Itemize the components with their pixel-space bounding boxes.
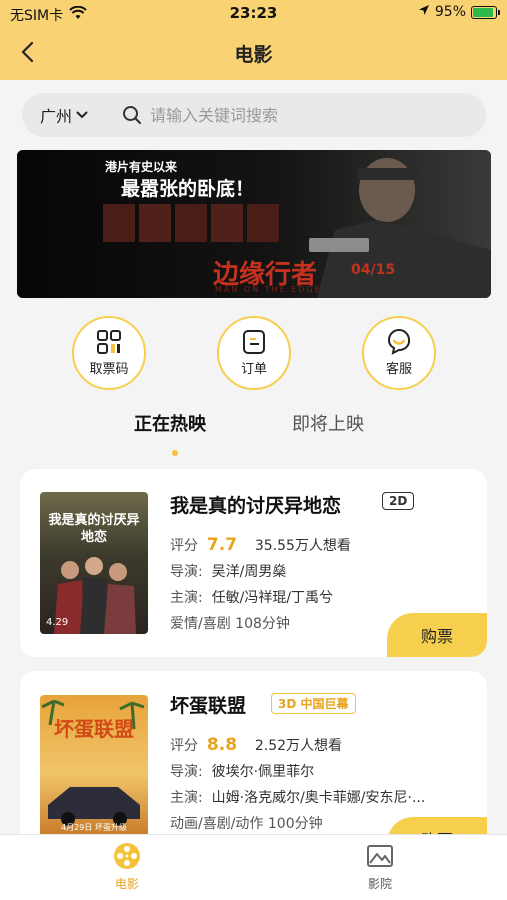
cinema-icon <box>367 845 393 867</box>
movie-card[interactable]: 我是真的讨厌异地恋 4.29 我是真的讨厌异地恋 2D 评分 7.7 35.55… <box>20 469 487 657</box>
director-label: 导演: <box>170 764 203 780</box>
want-count: 35.55万人想看 <box>254 538 351 554</box>
buy-ticket-label: 购票 <box>421 827 453 834</box>
order-icon <box>243 330 265 354</box>
promo-banner[interactable]: 港片有史以来 最嚣张的卧底！ 边缘行者 04/15 MAN ON THE EDG… <box>17 150 491 298</box>
tabbar-item-movies[interactable]: 电影 <box>87 841 167 892</box>
cast-label: 主演: <box>170 790 203 806</box>
location-arrow-icon <box>418 4 430 20</box>
poster-date-text: 4.29 <box>46 617 69 628</box>
score-label: 评分 <box>170 738 198 754</box>
cast-value: 山姆·洛克威尔/奥卡菲娜/安东尼·... <box>211 790 426 806</box>
score-label: 评分 <box>170 538 198 554</box>
banner-tagline: 港片有史以来 <box>105 160 178 174</box>
buy-ticket-button[interactable]: 购票 <box>387 613 487 657</box>
movie-tabs: 正在热映 即将上映 <box>0 410 507 450</box>
movie-title: 坏蛋联盟 <box>170 695 247 717</box>
format-badge: 2D <box>382 492 415 510</box>
tabbar-item-cinemas[interactable]: 影院 <box>340 841 420 892</box>
genre-duration: 动画/喜剧/动作 100分钟 <box>170 816 323 832</box>
city-selector[interactable]: 广州 <box>22 103 118 127</box>
cast-value: 任敏/冯祥琨/丁禹兮 <box>211 590 334 606</box>
rating-row: 评分 8.8 2.52万人想看 <box>170 735 342 755</box>
banner-english-title: MAN ON THE EDGE <box>215 285 322 294</box>
movie-title: 我是真的讨厌异地恋 <box>170 495 342 517</box>
battery-icon <box>471 5 500 19</box>
active-tab-indicator <box>172 450 178 456</box>
tabbar-label-movies: 电影 <box>114 877 139 891</box>
director-label: 导演: <box>170 564 203 580</box>
director-row: 导演: 吴洋/周男燊 <box>170 561 286 581</box>
director-row: 导演: 彼埃尔·佩里菲尔 <box>170 761 314 781</box>
poster-date-text: 4月29日 坏蛋升级 <box>61 823 127 832</box>
ticket-code-icon <box>97 330 121 354</box>
header: 无SIM卡 23:23 95% 电影 <box>0 0 507 80</box>
order-label: 订单 <box>240 362 267 377</box>
cast-row: 主演: 山姆·洛克威尔/奥卡菲娜/安东尼·... <box>170 787 425 807</box>
page-title: 电影 <box>234 44 273 66</box>
tabbar-label-cinemas: 影院 <box>367 877 392 891</box>
poster-title-text: 坏蛋联盟 <box>54 717 134 741</box>
status-bar: 无SIM卡 23:23 95% <box>0 0 507 28</box>
movie-poster: 我是真的讨厌异地恋 4.29 <box>40 492 148 634</box>
customer-service-label: 客服 <box>385 362 412 377</box>
ticket-code-button[interactable]: 取票码 <box>72 316 146 390</box>
nav-bar: 电影 <box>0 28 507 76</box>
score-value: 8.8 <box>206 735 238 755</box>
director-value: 彼埃尔·佩里菲尔 <box>211 764 315 780</box>
search-icon <box>122 105 142 125</box>
banner-headline: 最嚣张的卧底！ <box>121 178 255 200</box>
customer-service-button[interactable]: 客服 <box>362 316 436 390</box>
city-label: 广州 <box>40 107 73 126</box>
want-count: 2.52万人想看 <box>254 738 343 754</box>
rating-row: 评分 7.7 35.55万人想看 <box>170 535 351 555</box>
format-badge: 3D 中国巨幕 <box>271 693 356 714</box>
movie-card[interactable]: 坏蛋联盟 4月29日 坏蛋升级 坏蛋联盟 3D 中国巨幕 评分 8.8 2.52… <box>20 671 487 834</box>
director-value: 吴洋/周男燊 <box>211 564 287 580</box>
back-button[interactable] <box>12 36 44 68</box>
ticket-code-label: 取票码 <box>89 362 129 377</box>
poster-title-text: 我是真的讨厌异地恋 <box>48 513 140 545</box>
order-button[interactable]: 订单 <box>217 316 291 390</box>
buy-ticket-button[interactable]: 购票 <box>387 817 487 834</box>
customer-service-icon <box>388 329 411 355</box>
genre-duration: 爱情/喜剧 108分钟 <box>170 616 290 632</box>
battery-percent: 95% <box>434 4 466 20</box>
buy-ticket-label: 购票 <box>420 627 453 646</box>
tab-coming-soon[interactable]: 即将上映 <box>292 410 364 436</box>
score-value: 7.7 <box>206 535 238 555</box>
chevron-left-icon <box>21 41 34 63</box>
chevron-down-icon <box>76 111 88 119</box>
bottom-tab-bar: 电影 影院 <box>0 834 507 900</box>
search-bar: 广州 <box>22 93 486 137</box>
movie-poster: 坏蛋联盟 4月29日 坏蛋升级 <box>40 695 148 834</box>
banner-date: 04/15 <box>351 262 396 278</box>
tab-now-showing[interactable]: 正在热映 <box>134 410 206 436</box>
film-reel-icon <box>114 843 140 869</box>
search-input[interactable] <box>150 105 450 125</box>
cast-row: 主演: 任敏/冯祥琨/丁禹兮 <box>170 587 333 607</box>
cast-label: 主演: <box>170 590 203 606</box>
